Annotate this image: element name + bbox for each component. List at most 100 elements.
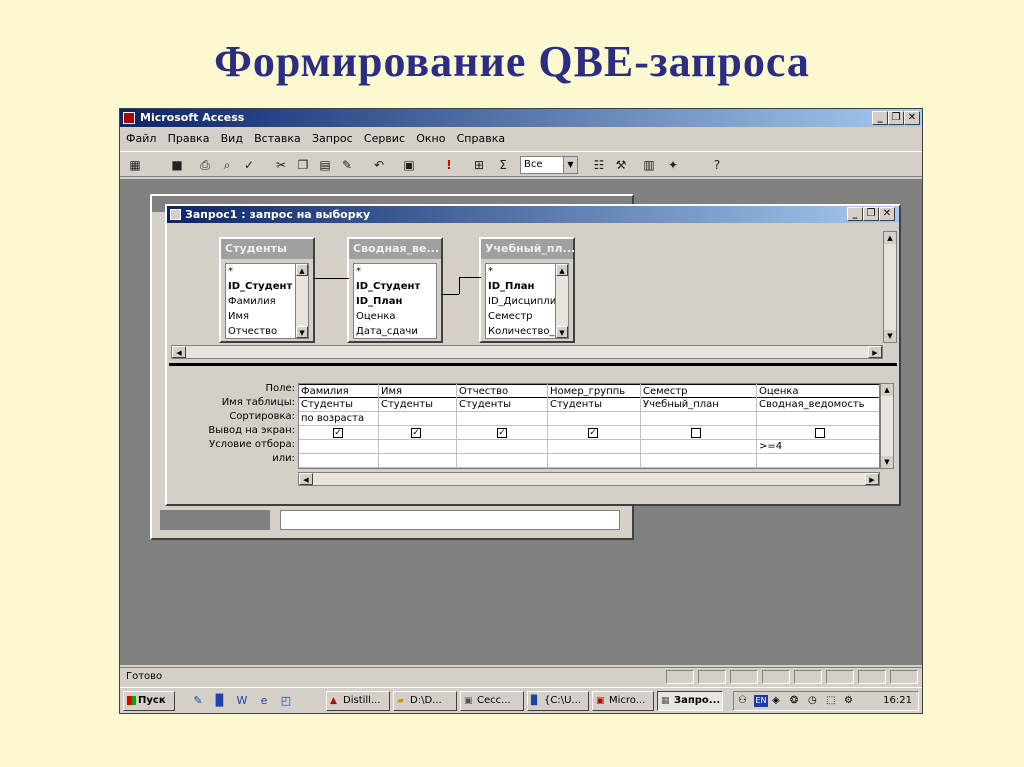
query-titlebar[interactable]: Запрос1 : запрос на выборку _ ❐ ✕	[167, 206, 899, 223]
field-item[interactable]: Количество_	[486, 324, 556, 338]
table-name[interactable]: Учебный_пл...	[481, 239, 575, 259]
show-checkbox[interactable]: ✓	[333, 428, 343, 438]
menu-view[interactable]: Вид	[221, 132, 243, 145]
show-checkbox[interactable]	[691, 428, 701, 438]
table-study-plan[interactable]: Учебный_пл... * ID_План ID_Дисципли Семе…	[479, 237, 575, 343]
app-titlebar[interactable]: Microsoft Access _ ❐ ✕	[120, 109, 922, 127]
grid-column[interactable]: Фамилия Студенты по возраста ✓	[299, 384, 379, 468]
grid-cell-table[interactable]: Сводная_ведомость	[757, 398, 879, 412]
close-button[interactable]: ✕	[904, 111, 920, 125]
grid-cell-criteria[interactable]	[548, 440, 640, 454]
grid-cell-field[interactable]: Оценка	[757, 384, 879, 398]
grid-cell-criteria[interactable]	[457, 440, 547, 454]
show-checkbox[interactable]: ✓	[588, 428, 598, 438]
grid-cell-table[interactable]: Студенты	[299, 398, 378, 412]
field-item[interactable]: Семестр	[486, 309, 556, 324]
database-window-icon[interactable]: ▥	[640, 156, 658, 174]
quicklaunch-icon[interactable]: ▉	[212, 693, 228, 709]
undo-icon[interactable]: ↶	[370, 156, 388, 174]
taskbar-button[interactable]: ▣ Сесс...	[460, 691, 524, 711]
taskbar-button[interactable]: ▉ {C:\U...	[527, 691, 589, 711]
upper-horizontal-scrollbar[interactable]: ◀ ▶	[171, 345, 883, 359]
top-values-select[interactable]: Все ▼	[520, 156, 578, 174]
grid-cell-field[interactable]: Отчество	[457, 384, 547, 398]
ie-icon[interactable]: e	[256, 693, 272, 709]
grid-cell-table[interactable]: Учебный_план	[641, 398, 756, 412]
grid-cell-table[interactable]: Студенты	[548, 398, 640, 412]
field-item[interactable]: ID_Дисципли	[486, 294, 556, 309]
grid-cell-or[interactable]	[299, 454, 378, 468]
grid-cell-sort[interactable]	[641, 412, 756, 426]
taskbar-button[interactable]: ▣ Micro...	[592, 691, 654, 711]
save-icon[interactable]: ■	[168, 156, 186, 174]
grid-cell-or[interactable]	[757, 454, 879, 468]
tray-icon[interactable]: ⬚	[826, 692, 835, 710]
table-name[interactable]: Студенты	[221, 239, 313, 259]
preview-icon[interactable]: ⌕	[218, 156, 236, 174]
menu-tools[interactable]: Сервис	[364, 132, 405, 145]
start-button[interactable]: Пуск	[123, 691, 175, 711]
help-icon[interactable]: ?	[708, 156, 726, 174]
tray-icon[interactable]: ⚇	[738, 692, 747, 710]
pane-splitter[interactable]	[169, 363, 897, 366]
menu-file[interactable]: Файл	[126, 132, 156, 145]
chevron-down-icon[interactable]: ▼	[563, 157, 577, 173]
grid-column[interactable]: Номер_группь Студенты ✓	[548, 384, 641, 468]
grid-cell-field[interactable]: Имя	[379, 384, 456, 398]
print-icon[interactable]: ⎙	[196, 156, 214, 174]
menu-edit[interactable]: Правка	[168, 132, 210, 145]
grid-cell-sort[interactable]	[379, 412, 456, 426]
grid-cell-or[interactable]	[457, 454, 547, 468]
grid-cell-criteria[interactable]	[641, 440, 756, 454]
query-minimize-button[interactable]: _	[847, 207, 863, 221]
format-painter-icon[interactable]: ✎	[338, 156, 356, 174]
grid-cell-criteria[interactable]	[299, 440, 378, 454]
quicklaunch-icon[interactable]: ✎	[190, 693, 206, 709]
grid-cell-or[interactable]	[641, 454, 756, 468]
grid-cell-sort[interactable]	[457, 412, 547, 426]
join-line[interactable]	[441, 294, 459, 295]
grid-cell-field[interactable]: Семестр	[641, 384, 756, 398]
cut-icon[interactable]: ✂	[272, 156, 290, 174]
field-item[interactable]: *	[354, 264, 436, 279]
build-icon[interactable]: ⚒	[612, 156, 630, 174]
join-line[interactable]	[313, 278, 349, 279]
field-item[interactable]: ID_Студент	[354, 279, 436, 294]
upper-vertical-scrollbar[interactable]: ▲ ▼	[883, 231, 897, 343]
grid-horizontal-scrollbar[interactable]: ◀ ▶	[298, 472, 880, 486]
grid-cell-sort[interactable]: по возраста	[299, 412, 378, 426]
grid-vertical-scrollbar[interactable]: ▲ ▼	[880, 383, 894, 469]
field-item[interactable]: Дата_сдачи	[354, 324, 436, 338]
query-type-icon[interactable]: ▣	[400, 156, 418, 174]
paste-icon[interactable]: ▤	[316, 156, 334, 174]
field-list-scrollbar[interactable]: ▲ ▼	[295, 263, 309, 339]
field-item[interactable]: Оценка	[354, 309, 436, 324]
menu-window[interactable]: Окно	[416, 132, 445, 145]
copy-icon[interactable]: ❐	[294, 156, 312, 174]
new-object-icon[interactable]: ✦	[664, 156, 682, 174]
grid-cell-table[interactable]: Студенты	[379, 398, 456, 412]
quicklaunch-icon[interactable]: ◰	[278, 693, 294, 709]
grid-cell-table[interactable]: Студенты	[457, 398, 547, 412]
grid-column[interactable]: Оценка Сводная_ведомость >=4	[757, 384, 879, 468]
totals-icon[interactable]: Σ	[494, 156, 512, 174]
grid-cell-criteria[interactable]: >=4	[757, 440, 879, 454]
run-icon[interactable]: !	[440, 156, 458, 174]
properties-icon[interactable]: ☷	[590, 156, 608, 174]
tray-icon[interactable]: ❂	[790, 692, 798, 710]
show-table-icon[interactable]: ⊞	[470, 156, 488, 174]
field-list-scrollbar[interactable]: ▲ ▼	[555, 263, 569, 339]
minimize-button[interactable]: _	[872, 111, 888, 125]
query-window[interactable]: Запрос1 : запрос на выборку _ ❐ ✕ Студен…	[165, 204, 901, 506]
table-name[interactable]: Сводная_ве...	[349, 239, 441, 259]
query-close-button[interactable]: ✕	[879, 207, 895, 221]
tray-icon[interactable]: ⚙	[844, 692, 853, 710]
qbe-grid[interactable]: Фамилия Студенты по возраста ✓ Имя Студе…	[298, 383, 880, 469]
grid-cell-or[interactable]	[548, 454, 640, 468]
grid-cell-field[interactable]: Фамилия	[299, 384, 378, 398]
grid-cell-or[interactable]	[379, 454, 456, 468]
grid-column[interactable]: Имя Студенты ✓	[379, 384, 457, 468]
language-indicator[interactable]: EN	[754, 695, 768, 707]
grid-cell-sort[interactable]	[548, 412, 640, 426]
clock-icon[interactable]: ◷	[808, 692, 817, 710]
